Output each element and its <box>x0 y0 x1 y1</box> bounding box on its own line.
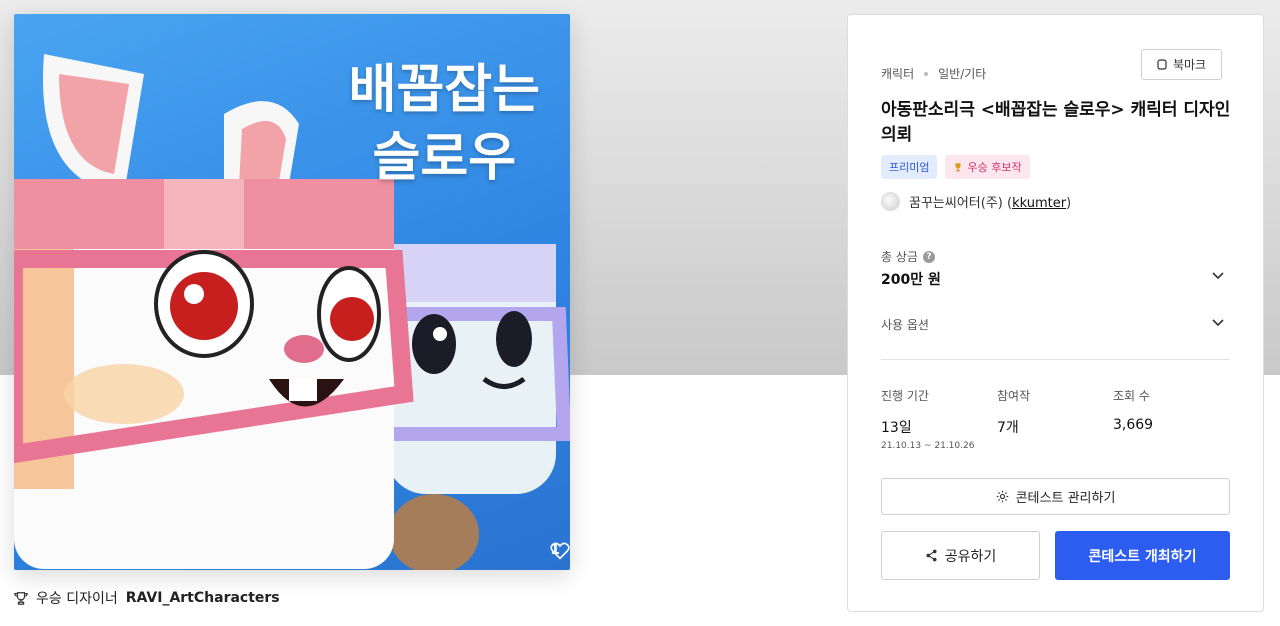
trophy-icon <box>14 592 28 605</box>
stat-views-value: 3,669 <box>1113 417 1154 433</box>
prize-label-row: 총 상금 ? <box>881 248 935 265</box>
stat-entries: 참여작 7개 <box>997 387 1030 437</box>
divider <box>881 359 1230 360</box>
winner-name[interactable]: RAVI_ArtCharacters <box>126 590 280 606</box>
avatar <box>881 192 900 211</box>
breadcrumb-separator <box>924 71 929 76</box>
share-icon <box>926 549 937 562</box>
stat-views: 조회 수 3,669 <box>1113 387 1153 433</box>
winner-prefix: 우승 디자이너 <box>36 591 118 607</box>
author-handle[interactable]: kkumter <box>1012 196 1066 211</box>
help-icon[interactable]: ? <box>922 250 935 263</box>
stat-period-label: 진행 기간 <box>881 389 929 403</box>
bookmark-button[interactable]: 북마크 <box>1141 49 1222 80</box>
heart-icon <box>550 542 570 560</box>
contest-info-panel: 캐릭터 일반/기타 북마크 아동판소리극 <배꼽잡는 슬로우> 캐릭터 디자인 … <box>847 14 1264 612</box>
badge-group: 프리미엄 우승 후보작 <box>881 155 1030 179</box>
breadcrumb-category[interactable]: 캐릭터 <box>881 65 914 82</box>
stat-entries-value: 7개 <box>997 420 1019 436</box>
winner-designer: 우승 디자이너 RAVI_ArtCharacters <box>14 588 280 608</box>
gear-icon <box>996 490 1008 503</box>
artwork-title: 배꼽잡는 슬로우 <box>349 56 540 192</box>
bookmark-label: 북마크 <box>1172 58 1207 72</box>
author-name: 꿈꾸는씨어터(주) <box>909 196 1003 211</box>
premium-badge: 프리미엄 <box>881 155 938 179</box>
like-button[interactable]: 1 <box>550 542 570 560</box>
author-info[interactable]: 꿈꾸는씨어터(주) (kkumter) <box>881 192 1071 211</box>
stat-entries-label: 참여작 <box>997 389 1031 403</box>
artwork-title-line1: 배꼽잡는 <box>348 60 540 120</box>
contest-artwork[interactable]: 배꼽잡는 슬로우 1 <box>14 14 570 570</box>
manage-contest-label: 콘테스트 관리하기 <box>1015 491 1116 506</box>
share-button[interactable]: 공유하기 <box>881 531 1040 580</box>
share-label: 공유하기 <box>944 548 997 565</box>
winner-candidate-badge: 우승 후보작 <box>945 155 1030 179</box>
usage-option-row[interactable]: 사용 옵션 <box>881 316 929 333</box>
prize-value: 200만 원 <box>881 272 941 288</box>
prize-label: 총 상금 <box>881 250 918 264</box>
manage-contest-button[interactable]: 콘테스트 관리하기 <box>881 478 1230 515</box>
host-contest-button[interactable]: 콘테스트 개최하기 <box>1055 531 1230 580</box>
stat-period-value: 13일 <box>881 420 912 436</box>
stat-views-label: 조회 수 <box>1113 389 1150 403</box>
winner-candidate-label: 우승 후보작 <box>967 161 1022 174</box>
contest-title: 아동판소리극 <배꼽잡는 슬로우> 캐릭터 디자인 의뢰 <box>881 100 1231 145</box>
bookmark-icon <box>1157 59 1167 70</box>
usage-option-label: 사용 옵션 <box>881 318 929 332</box>
breadcrumb: 캐릭터 일반/기타 <box>881 65 986 82</box>
stat-period-range: 21.10.13 ~ 21.10.26 <box>881 441 975 451</box>
stat-period: 진행 기간 13일 21.10.13 ~ 21.10.26 <box>881 387 974 451</box>
trophy-icon <box>955 163 961 172</box>
chevron-down-icon[interactable] <box>1210 314 1226 330</box>
artwork-title-line2: 슬로우 <box>372 128 517 188</box>
chevron-down-icon[interactable] <box>1210 267 1226 283</box>
breadcrumb-subcategory[interactable]: 일반/기타 <box>938 65 986 82</box>
